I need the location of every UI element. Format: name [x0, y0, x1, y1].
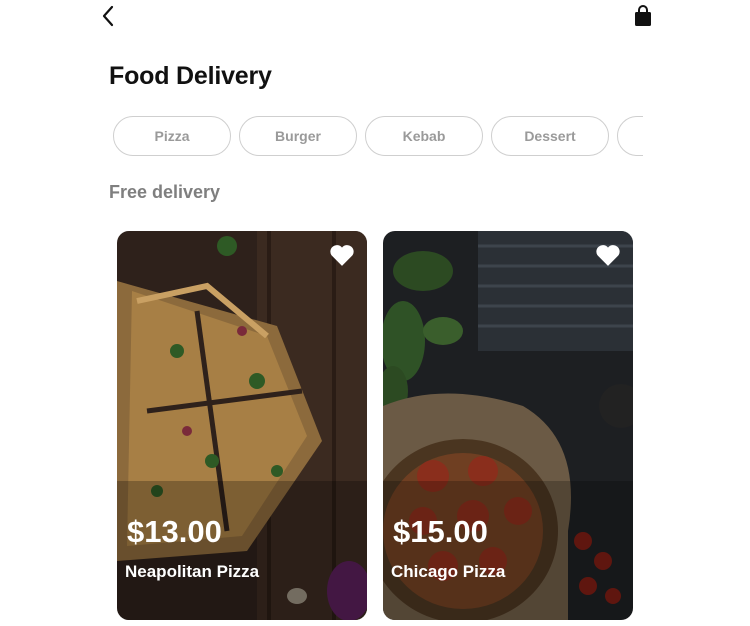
product-price: $13.00 [127, 514, 222, 549]
heart-icon[interactable] [595, 243, 621, 267]
product-name: Neapolitan Pizza [125, 562, 260, 581]
chevron-left-icon [102, 5, 114, 27]
page-title: Food Delivery [109, 62, 272, 90]
category-chip-dessert[interactable]: Dessert [491, 116, 609, 156]
category-chip-kebab[interactable]: Kebab [365, 116, 483, 156]
product-price: $15.00 [393, 514, 488, 549]
product-name: Chicago Pizza [391, 562, 506, 581]
category-chip-burger[interactable]: Burger [239, 116, 357, 156]
category-chip-pizza[interactable]: Pizza [113, 116, 231, 156]
product-card-neapolitan[interactable]: $13.00 Neapolitan Pizza [117, 231, 367, 620]
heart-icon[interactable] [329, 243, 355, 267]
section-title: Free delivery [109, 182, 221, 202]
category-chip-list[interactable]: Pizza Burger Kebab Dessert [113, 116, 643, 160]
category-chip-more[interactable] [617, 116, 643, 156]
back-button[interactable] [98, 4, 122, 28]
cart-button[interactable] [632, 5, 654, 27]
product-card-chicago[interactable]: $15.00 Chicago Pizza [383, 231, 633, 620]
shopping-bag-icon [635, 5, 651, 26]
